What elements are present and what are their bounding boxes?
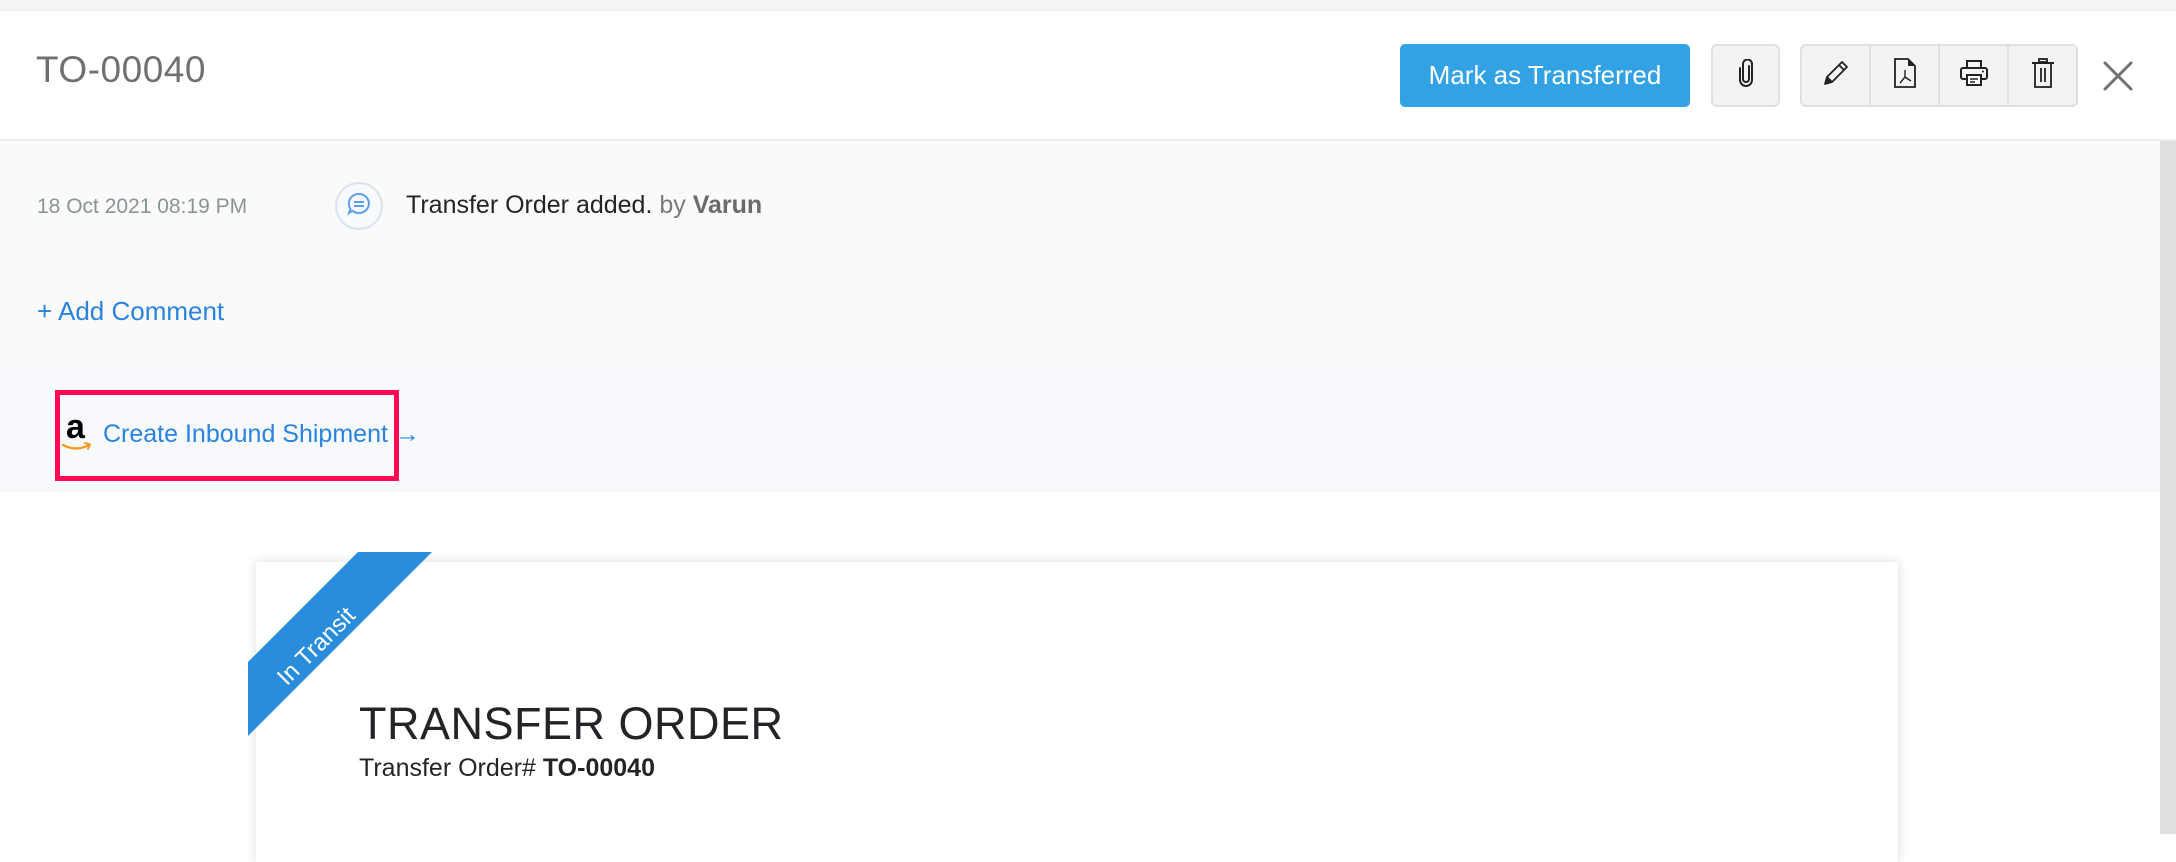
activity-message: Transfer Order added. by Varun bbox=[406, 191, 762, 220]
activity-message-text: Transfer Order added. bbox=[406, 191, 653, 219]
activity-user: Varun bbox=[692, 191, 763, 219]
page-title: TO-00040 bbox=[36, 49, 206, 90]
document-preview: TRANSFER ORDER Transfer Order# TO-00040 bbox=[256, 562, 1898, 862]
pdf-file-icon bbox=[1893, 57, 1917, 94]
mark-as-transferred-button[interactable]: Mark as Transferred bbox=[1400, 44, 1690, 107]
pdf-button[interactable] bbox=[1871, 46, 1940, 105]
add-comment-link[interactable]: + Add Comment bbox=[37, 296, 224, 327]
attach-button[interactable] bbox=[1711, 44, 1780, 107]
close-button[interactable] bbox=[2101, 61, 2135, 95]
document-actions-group bbox=[1800, 44, 2078, 107]
activity-timestamp: 18 Oct 2021 08:19 PM bbox=[37, 195, 248, 218]
amazon-integration-band: a Create Inbound Shipment → bbox=[0, 371, 2160, 492]
activity-section: 18 Oct 2021 08:19 PM Transfer Order adde… bbox=[0, 141, 2160, 371]
pencil-icon bbox=[1821, 58, 1851, 93]
activity-by-label: by bbox=[659, 191, 686, 219]
activity-icon-badge bbox=[335, 182, 383, 230]
vertical-scrollbar[interactable] bbox=[2160, 141, 2176, 834]
document-number-label: Transfer Order# bbox=[359, 754, 536, 782]
comment-icon bbox=[346, 191, 372, 222]
close-icon bbox=[2103, 61, 2133, 96]
top-strip bbox=[0, 0, 2176, 11]
arrow-right-icon: → bbox=[394, 419, 420, 448]
document-number-value: TO-00040 bbox=[542, 754, 655, 782]
paperclip-icon bbox=[1738, 58, 1754, 92]
print-button[interactable] bbox=[1940, 46, 2009, 105]
create-inbound-shipment-link[interactable]: a Create Inbound Shipment → bbox=[62, 408, 420, 454]
edit-button[interactable] bbox=[1802, 46, 1871, 105]
printer-icon bbox=[1959, 58, 1989, 93]
delete-button[interactable] bbox=[2009, 46, 2076, 105]
page-header: TO-00040 Mark as Transferred bbox=[0, 11, 2176, 141]
amazon-logo-icon: a bbox=[62, 408, 94, 454]
trash-icon bbox=[2030, 57, 2056, 94]
create-inbound-shipment-label: Create Inbound Shipment bbox=[103, 419, 388, 448]
status-ribbon: In Transit bbox=[246, 550, 446, 750]
document-number: Transfer Order# TO-00040 bbox=[359, 754, 655, 783]
